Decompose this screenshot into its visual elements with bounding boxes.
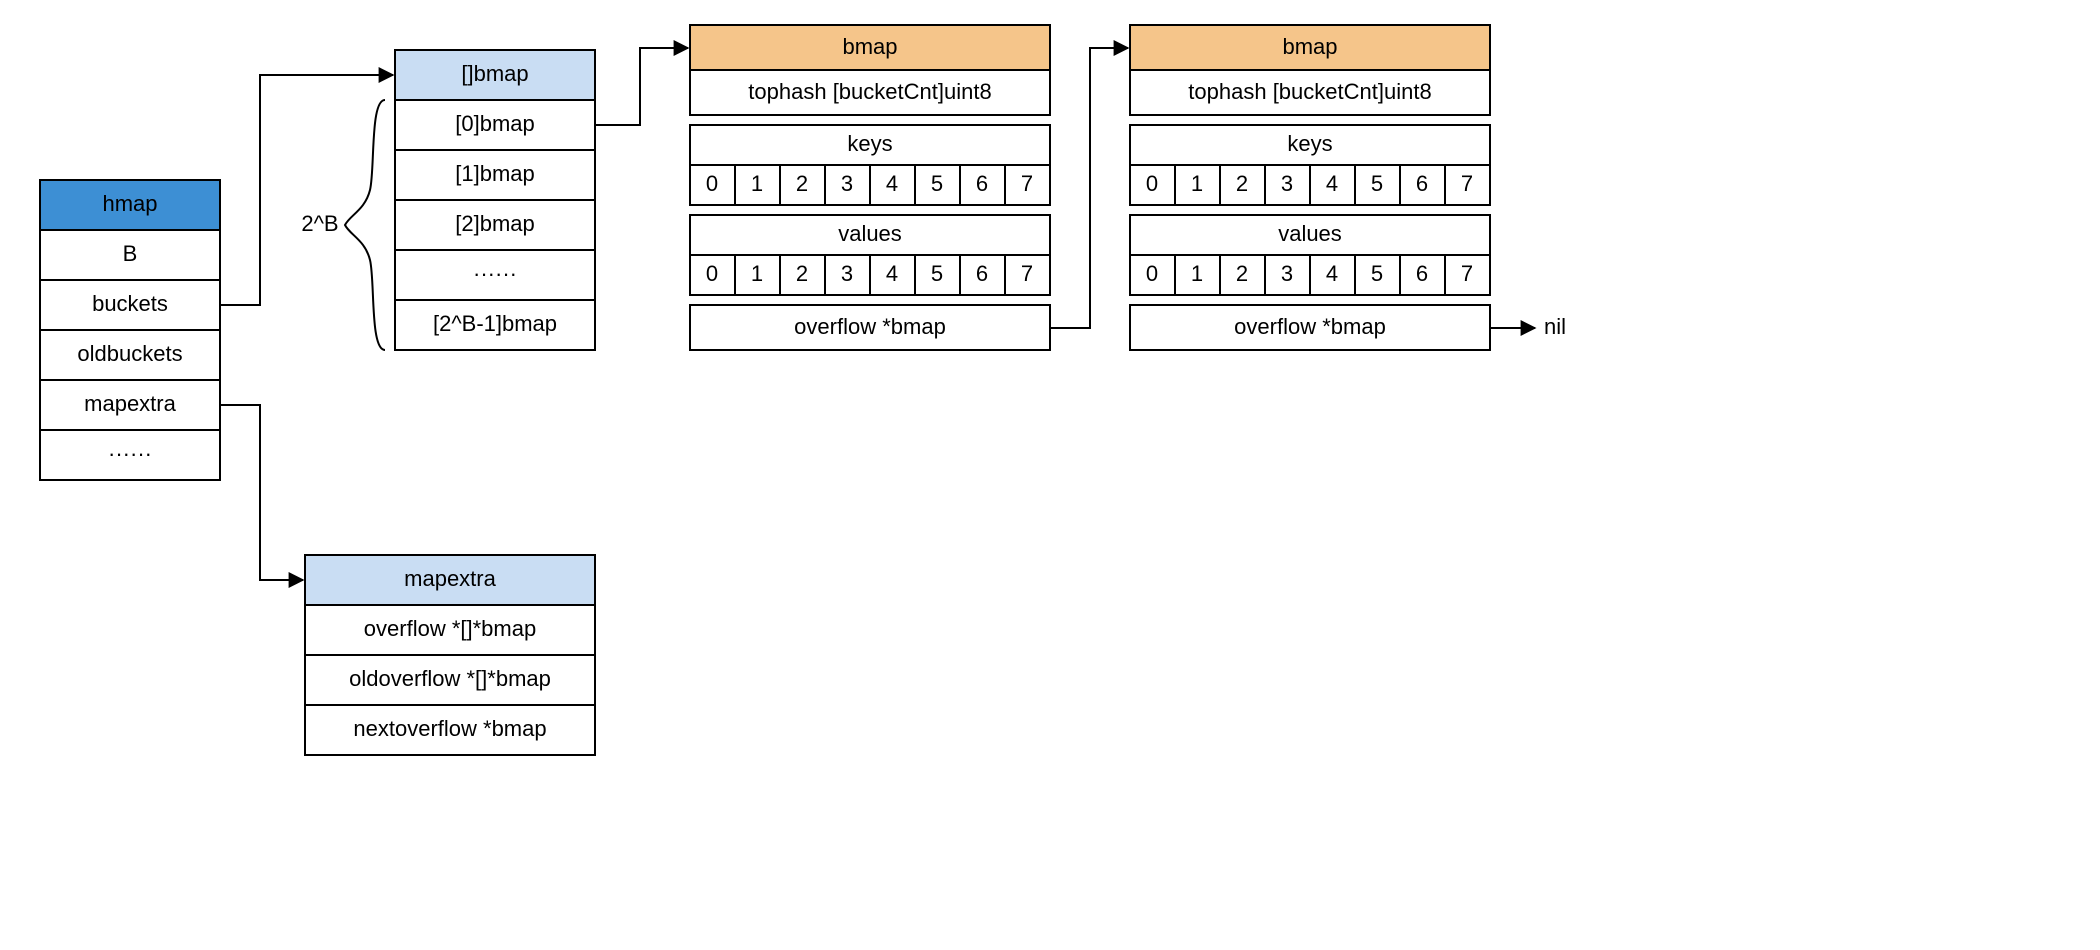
slot: 6 <box>1416 261 1428 286</box>
mapextra-field: overflow *[]*bmap <box>364 616 536 641</box>
mapextra-title: mapextra <box>404 566 496 591</box>
hmap-field: buckets <box>92 291 168 316</box>
slot: 5 <box>1371 261 1383 286</box>
bmap-overflow: overflow *bmap <box>794 314 946 339</box>
hmap-struct: hmap B buckets oldbuckets mapextra ·····… <box>40 180 220 480</box>
bmap-overflow: overflow *bmap <box>1234 314 1386 339</box>
bucket-item: ······ <box>473 261 517 286</box>
bmap-keys-label: keys <box>847 131 892 156</box>
bucket-size-label: 2^B <box>301 211 338 236</box>
bmap-struct: bmap tophash [bucketCnt]uint8 keys 0 1 2… <box>690 25 1050 350</box>
hmap-field: oldbuckets <box>77 341 182 366</box>
slot: 4 <box>886 261 898 286</box>
slot: 1 <box>751 171 763 196</box>
bucket-item: [2^B-1]bmap <box>433 311 557 336</box>
slot: 6 <box>1416 171 1428 196</box>
slot: 1 <box>751 261 763 286</box>
nil-label: nil <box>1544 314 1566 339</box>
slot: 2 <box>1236 261 1248 286</box>
key-slots: 0 1 2 3 4 5 6 7 <box>1130 165 1490 205</box>
bucket-item: [1]bmap <box>455 161 535 186</box>
hmap-field: ······ <box>108 441 152 466</box>
arrow-icon <box>220 405 303 580</box>
brace-icon <box>345 100 385 350</box>
mapextra-field: nextoverflow *bmap <box>353 716 546 741</box>
slot: 1 <box>1191 171 1203 196</box>
bucket-array: []bmap [0]bmap [1]bmap [2]bmap ······ [2… <box>395 50 595 350</box>
hmap-field: B <box>123 241 138 266</box>
bmap-values-label: values <box>838 221 902 246</box>
slot: 7 <box>1021 261 1033 286</box>
slot: 0 <box>706 171 718 196</box>
slot: 6 <box>976 171 988 196</box>
slot: 0 <box>706 261 718 286</box>
slot: 0 <box>1146 261 1158 286</box>
slot: 3 <box>841 261 853 286</box>
slot: 5 <box>1371 171 1383 196</box>
slot: 4 <box>1326 171 1338 196</box>
slot: 7 <box>1461 261 1473 286</box>
slot: 6 <box>976 261 988 286</box>
slot: 5 <box>931 261 943 286</box>
bmap-values-label: values <box>1278 221 1342 246</box>
hmap-title: hmap <box>102 191 157 216</box>
bmap-tophash: tophash [bucketCnt]uint8 <box>1188 79 1431 104</box>
bmap-tophash: tophash [bucketCnt]uint8 <box>748 79 991 104</box>
bmap-keys-label: keys <box>1287 131 1332 156</box>
bmap-title: bmap <box>1282 34 1337 59</box>
slot: 5 <box>931 171 943 196</box>
bucket-array-title: []bmap <box>461 61 528 86</box>
slot: 3 <box>1281 261 1293 286</box>
slot: 7 <box>1461 171 1473 196</box>
slot: 4 <box>886 171 898 196</box>
value-slots: 0 1 2 3 4 5 6 7 <box>690 255 1050 295</box>
slot: 2 <box>796 261 808 286</box>
key-slots: 0 1 2 3 4 5 6 7 <box>690 165 1050 205</box>
arrow-icon <box>595 48 688 125</box>
bucket-item: [0]bmap <box>455 111 535 136</box>
slot: 1 <box>1191 261 1203 286</box>
slot: 7 <box>1021 171 1033 196</box>
arrow-icon <box>220 75 393 305</box>
mapextra-field: oldoverflow *[]*bmap <box>349 666 551 691</box>
slot: 2 <box>796 171 808 196</box>
slot: 3 <box>1281 171 1293 196</box>
slot: 3 <box>841 171 853 196</box>
slot: 2 <box>1236 171 1248 196</box>
value-slots: 0 1 2 3 4 5 6 7 <box>1130 255 1490 295</box>
hmap-field: mapextra <box>84 391 176 416</box>
bucket-item: [2]bmap <box>455 211 535 236</box>
slot: 4 <box>1326 261 1338 286</box>
mapextra-struct: mapextra overflow *[]*bmap oldoverflow *… <box>305 555 595 755</box>
slot: 0 <box>1146 171 1158 196</box>
bmap-struct-overflow: bmap tophash [bucketCnt]uint8 keys 0 1 2… <box>1130 25 1490 350</box>
arrow-icon <box>1050 48 1128 328</box>
bmap-title: bmap <box>842 34 897 59</box>
